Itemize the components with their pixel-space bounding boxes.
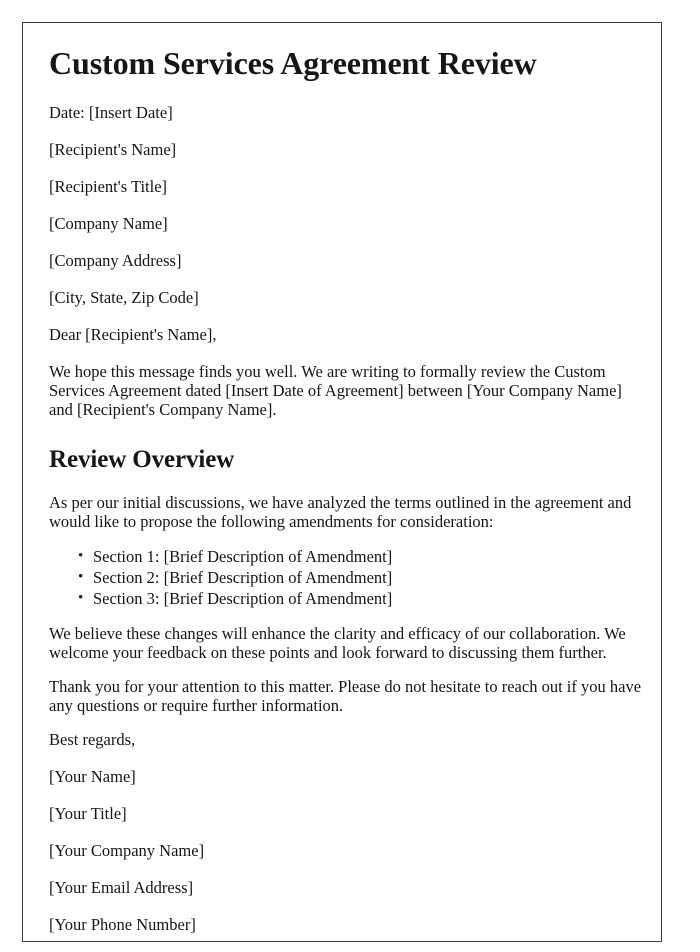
signature-your-company: [Your Company Name] (49, 840, 205, 860)
signature-your-name: [Your Name] (49, 766, 136, 786)
recipient-address-line: [Company Address] (49, 250, 182, 270)
recipient-title-line: [Recipient's Title] (49, 176, 168, 196)
recipient-city-state-zip-line: [City, State, Zip Code] (49, 287, 199, 307)
review-lead-paragraph: As per our initial discussions, we have … (49, 492, 632, 531)
document-content: Custom Services Agreement Review Date: [… (49, 45, 647, 952)
page-title: Custom Services Agreement Review (49, 45, 537, 81)
intro-paragraph: We hope this message finds you well. We … (49, 361, 622, 419)
date-line: Date: [Insert Date] (49, 102, 173, 122)
document-page: Custom Services Agreement Review Date: [… (22, 22, 662, 942)
recipient-company-line: [Company Name] (49, 213, 168, 233)
list-item: Section 3: [Brief Description of Amendme… (78, 588, 647, 609)
salutation: Dear [Recipient's Name], (49, 324, 217, 344)
list-item: Section 1: [Brief Description of Amendme… (78, 546, 647, 567)
thanks-paragraph: Thank you for your attention to this mat… (49, 676, 642, 715)
signature-your-email: [Your Email Address] (49, 877, 194, 897)
amendments-list: Section 1: [Brief Description of Amendme… (49, 546, 647, 609)
signature-your-title: [Your Title] (49, 803, 127, 823)
recipient-name-line: [Recipient's Name] (49, 139, 177, 159)
section-heading-review-overview: Review Overview (49, 445, 235, 473)
signoff: Best regards, (49, 729, 136, 749)
list-item: Section 2: [Brief Description of Amendme… (78, 567, 647, 588)
signature-your-phone: [Your Phone Number] (49, 914, 196, 934)
review-closing-paragraph: We believe these changes will enhance th… (49, 623, 626, 662)
